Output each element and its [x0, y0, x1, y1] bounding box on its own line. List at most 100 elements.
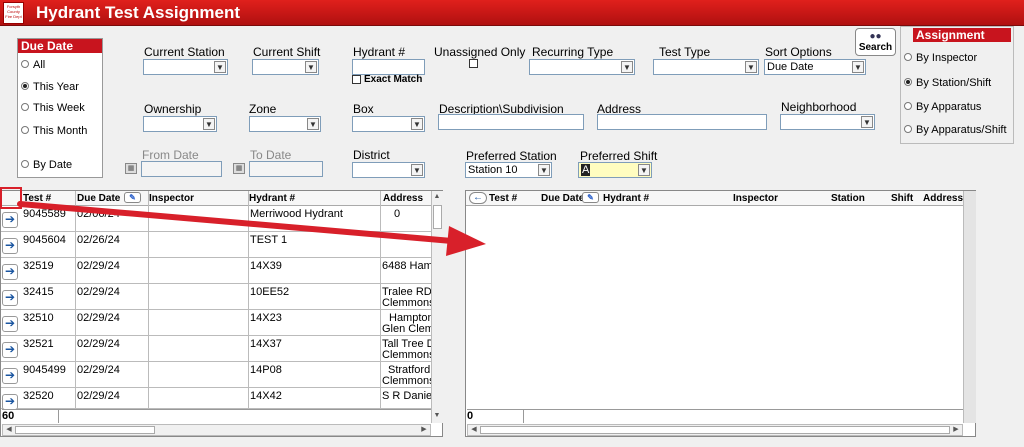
- ownership-label: Ownership: [144, 102, 202, 116]
- edit-pencil-icon[interactable]: ✎: [582, 192, 599, 203]
- horizontal-scrollbar[interactable]: ◀ ▶: [2, 424, 431, 436]
- scrollbar-thumb[interactable]: [15, 426, 155, 434]
- description-subdivision-input[interactable]: [438, 114, 584, 130]
- scroll-right-icon[interactable]: ▶: [419, 425, 429, 435]
- record-count: 0: [467, 410, 474, 422]
- table-row[interactable]: ➔ 9045604 02/26/24 TEST 1: [1, 232, 431, 258]
- vertical-scrollbar[interactable]: [963, 191, 976, 423]
- cell-hydrant: 14X23: [250, 312, 282, 324]
- cell-address-line2: Clemmons: [382, 297, 431, 309]
- preferred-shift-value: A: [581, 164, 591, 176]
- cell-due-date: 02/29/24: [77, 260, 120, 272]
- due-date-option-all[interactable]: All: [21, 59, 45, 71]
- move-right-arrow-icon[interactable]: ➔: [2, 264, 18, 280]
- zone-select[interactable]: ▼: [249, 116, 321, 132]
- move-right-arrow-icon[interactable]: ➔: [2, 238, 18, 254]
- chevron-down-icon: ▼: [861, 116, 873, 128]
- preferred-shift-select[interactable]: A ▼: [578, 162, 652, 178]
- scroll-left-icon[interactable]: ◀: [4, 425, 14, 435]
- cell-test: 32510: [23, 312, 54, 324]
- recurring-type-select[interactable]: ▼: [529, 59, 635, 75]
- cell-address-line2: Glen Clem: [382, 323, 431, 335]
- move-right-arrow-icon[interactable]: ➔: [2, 342, 18, 358]
- table-row[interactable]: ➔ 9045589 02/06/24 Merriwood Hydrant 0: [1, 206, 431, 232]
- column-header-hydrant: Hydrant #: [249, 193, 296, 204]
- current-shift-label: Current Shift: [253, 45, 321, 59]
- due-date-option-label: All: [33, 59, 46, 71]
- preferred-station-select[interactable]: Station 10 ▼: [465, 162, 552, 178]
- due-date-option-this-month[interactable]: This Month: [21, 125, 87, 137]
- scrollbar-thumb[interactable]: [433, 205, 442, 229]
- cell-due-date: 02/29/24: [77, 338, 120, 350]
- scroll-left-icon[interactable]: ◀: [469, 425, 479, 435]
- table-row[interactable]: ➔ 32415 02/29/24 10EE52 Tralee RD Clemmo…: [1, 284, 431, 310]
- assignment-option-by-apparatus[interactable]: By Apparatus: [904, 101, 981, 113]
- calendar-icon[interactable]: ▦: [233, 163, 245, 174]
- to-date-input[interactable]: [249, 161, 323, 177]
- horizontal-scrollbar[interactable]: ◀ ▶: [467, 424, 963, 436]
- preferred-shift-label: Preferred Shift: [580, 149, 658, 163]
- from-date-input[interactable]: [141, 161, 222, 177]
- radio-selected-icon: [21, 82, 29, 91]
- district-select[interactable]: ▼: [352, 162, 425, 178]
- table-row[interactable]: ➔ 32519 02/29/24 14X39 6488 Ham: [1, 258, 431, 284]
- unassigned-only-checkbox[interactable]: [469, 59, 478, 68]
- cell-test: 32519: [23, 260, 54, 272]
- cell-due-date: 02/29/24: [77, 390, 120, 402]
- radio-icon: [21, 126, 29, 135]
- due-date-option-label: This Week: [33, 102, 85, 114]
- radio-icon: [904, 53, 912, 62]
- assigned-tests-grid: ← Test # Due Date ✎ Hydrant # Inspector …: [465, 190, 976, 437]
- table-row[interactable]: ➔ 9045499 02/29/24 14P08 Stratford Clemm…: [1, 362, 431, 388]
- table-row[interactable]: ➔ 32510 02/29/24 14X23 Hampton Glen Clem: [1, 310, 431, 336]
- vertical-scrollbar[interactable]: ▲ ▼: [431, 191, 443, 423]
- calendar-icon[interactable]: ▦: [125, 163, 137, 174]
- move-right-arrow-icon[interactable]: ➔: [2, 212, 18, 228]
- scroll-right-icon[interactable]: ▶: [951, 425, 961, 435]
- grid-header: Test # Due Date ✎ Inspector Hydrant # Ad…: [1, 191, 431, 206]
- assignment-option-label: By Inspector: [916, 52, 978, 64]
- box-select[interactable]: ▼: [352, 116, 425, 132]
- move-right-arrow-icon[interactable]: ➔: [2, 368, 18, 384]
- unassigned-tests-grid: Test # Due Date ✎ Inspector Hydrant # Ad…: [0, 190, 443, 437]
- current-station-select[interactable]: ▼: [143, 59, 228, 75]
- assignment-option-by-apparatus-shift[interactable]: By Apparatus/Shift: [904, 124, 1007, 136]
- table-row[interactable]: ➔ 32520 02/29/24 14X42 S R Danie: [1, 388, 431, 410]
- cell-hydrant: 10EE52: [250, 286, 290, 298]
- sort-options-label: Sort Options: [765, 45, 832, 59]
- scroll-up-icon[interactable]: ▲: [432, 192, 442, 202]
- move-left-arrow-icon[interactable]: ←: [469, 192, 487, 204]
- address-filter-input[interactable]: [597, 114, 767, 130]
- cell-address-line2: Clemmons: [382, 375, 431, 387]
- sort-options-select[interactable]: Due Date ▼: [764, 59, 866, 75]
- cell-due-date: 02/29/24: [77, 312, 120, 324]
- scrollbar-thumb[interactable]: [480, 426, 950, 434]
- exact-match-checkbox[interactable]: [352, 75, 361, 84]
- assignment-option-by-station-shift[interactable]: By Station/Shift: [904, 77, 991, 89]
- column-header-due-date: Due Date: [77, 193, 121, 204]
- scroll-down-icon[interactable]: ▼: [432, 411, 442, 421]
- edit-pencil-icon[interactable]: ✎: [124, 192, 141, 203]
- neighborhood-select[interactable]: ▼: [780, 114, 875, 130]
- chevron-down-icon: ▼: [411, 164, 423, 176]
- test-type-label: Test Type: [659, 45, 711, 59]
- radio-selected-icon: [904, 78, 912, 87]
- ownership-select[interactable]: ▼: [143, 116, 217, 132]
- from-date-label: From Date: [142, 148, 199, 162]
- move-right-arrow-icon[interactable]: ➔: [2, 394, 18, 410]
- due-date-option-this-year[interactable]: This Year: [21, 81, 79, 93]
- assignment-option-by-inspector[interactable]: By Inspector: [904, 52, 977, 64]
- hydrant-input[interactable]: [352, 59, 425, 75]
- zone-label: Zone: [249, 102, 277, 116]
- cell-address: 0: [394, 208, 401, 220]
- move-right-arrow-icon[interactable]: ➔: [2, 290, 18, 306]
- table-row[interactable]: ➔ 32521 02/29/24 14X37 Tall Tree D Clemm…: [1, 336, 431, 362]
- chevron-down-icon: ▼: [745, 61, 757, 73]
- due-date-option-this-week[interactable]: This Week: [21, 102, 85, 114]
- current-shift-select[interactable]: ▼: [252, 59, 319, 75]
- assignment-group: Assignment By Inspector By Station/Shift…: [900, 26, 1014, 144]
- due-date-option-by-date[interactable]: By Date: [21, 159, 72, 171]
- test-type-select[interactable]: ▼: [653, 59, 759, 75]
- move-right-arrow-icon[interactable]: ➔: [2, 316, 18, 332]
- search-button[interactable]: ●● Search: [855, 28, 896, 56]
